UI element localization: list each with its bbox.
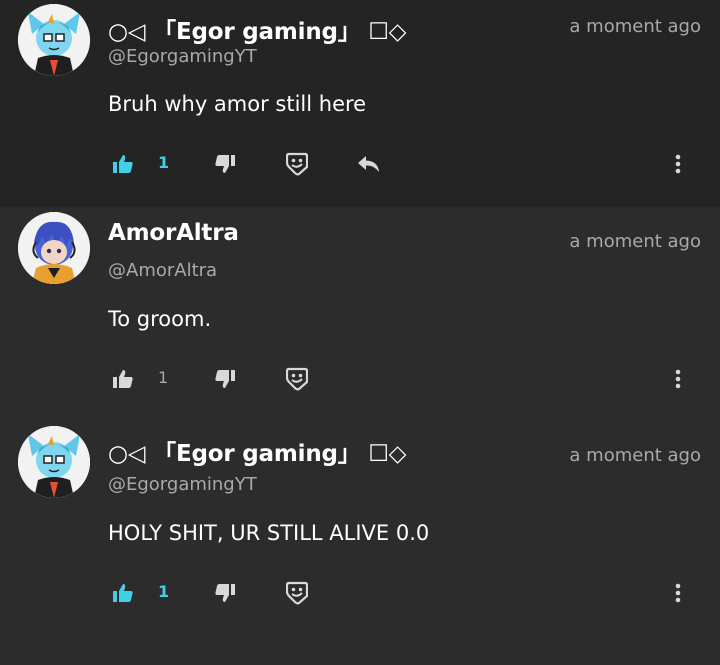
egor-avatar-icon[interactable] [18, 4, 90, 76]
comment-username[interactable]: AmorAltra [108, 220, 239, 246]
more-options-button[interactable] [668, 576, 688, 610]
comment-text: Bruh why amor still here [108, 92, 367, 116]
comment-actions: 1 [0, 147, 720, 181]
like-button[interactable] [110, 576, 136, 610]
like-button[interactable] [110, 147, 136, 181]
like-count: 1 [158, 582, 170, 601]
comment-handle[interactable]: @AmorAltra [108, 260, 217, 281]
thumbs-up-icon [113, 584, 133, 602]
comment-handle[interactable]: @EgorgamingYT [108, 46, 257, 67]
like-count: 1 [158, 368, 169, 387]
amor-avatar-icon[interactable] [18, 212, 90, 284]
reply-icon [358, 156, 379, 172]
more-options-button[interactable] [668, 147, 688, 181]
comment-text: To groom. [108, 307, 212, 331]
comment-username[interactable]: ○◁ 「Egor gaming」 ☐◇ [108, 434, 406, 468]
like-count: 1 [158, 153, 170, 172]
comment-timestamp: a moment ago [569, 231, 701, 252]
comment-item: ○◁ 「Egor gaming」 ☐◇ @EgorgamingYT a mome… [0, 421, 720, 665]
thumbs-up-icon [113, 155, 133, 173]
dislike-button[interactable] [212, 362, 238, 396]
emote-button[interactable] [283, 576, 311, 610]
more-options-button[interactable] [668, 362, 688, 396]
more-vertical-icon [675, 154, 681, 174]
comment-actions: 1 [0, 362, 720, 396]
thumbs-down-icon [215, 370, 235, 388]
dislike-button[interactable] [212, 147, 238, 181]
thumbs-down-icon [215, 584, 235, 602]
more-vertical-icon [675, 369, 681, 389]
comment-timestamp: a moment ago [569, 445, 701, 466]
like-button[interactable] [110, 362, 136, 396]
reply-button[interactable] [355, 147, 383, 181]
dislike-button[interactable] [212, 576, 238, 610]
emote-icon [286, 367, 308, 391]
emote-icon [286, 152, 308, 176]
thumbs-down-icon [215, 155, 235, 173]
thumbs-up-icon [113, 370, 133, 388]
comment-handle[interactable]: @EgorgamingYT [108, 474, 257, 495]
emote-button[interactable] [283, 362, 311, 396]
egor-avatar-icon[interactable] [18, 426, 90, 498]
comment-username[interactable]: ○◁ 「Egor gaming」 ☐◇ [108, 12, 406, 46]
comment-timestamp: a moment ago [569, 16, 701, 37]
comment-actions: 1 [0, 576, 720, 610]
more-vertical-icon [675, 583, 681, 603]
comment-item: AmorAltra @AmorAltra a moment ago To gro… [0, 207, 720, 421]
emote-button[interactable] [283, 147, 311, 181]
emote-icon [286, 581, 308, 605]
comment-item: ○◁ 「Egor gaming」 ☐◇ @EgorgamingYT a mome… [0, 0, 720, 207]
comment-text: HOLY SHIT, UR STILL ALIVE 0.0 [108, 521, 430, 545]
